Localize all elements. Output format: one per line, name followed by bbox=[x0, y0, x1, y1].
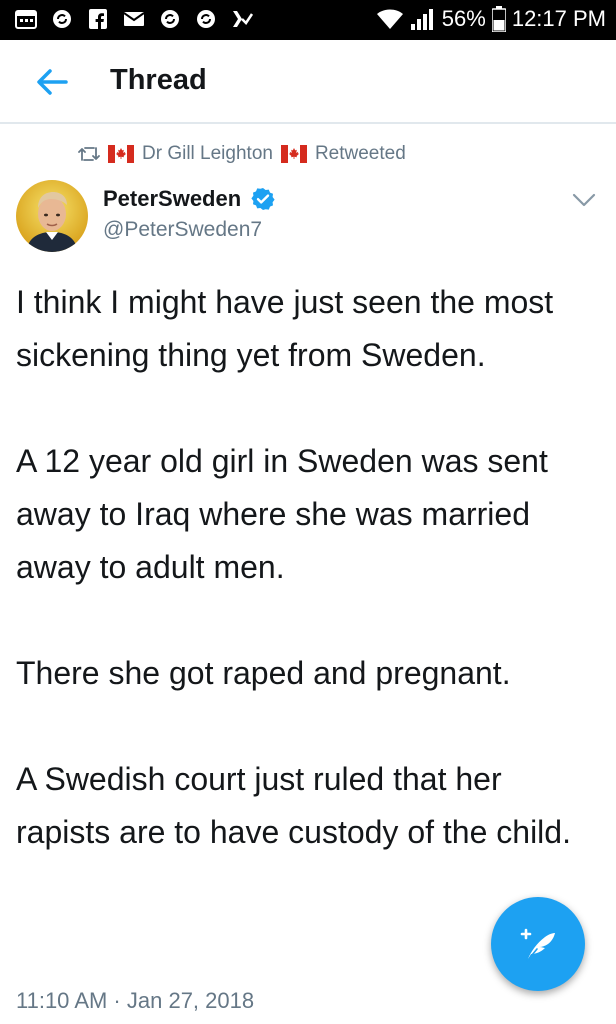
calendar-icon bbox=[15, 10, 37, 29]
author-handle[interactable]: @PeterSweden7 bbox=[103, 218, 262, 242]
compose-feather-icon bbox=[520, 928, 555, 962]
tweet-paragraph: A 12 year old girl in Sweden was sent aw… bbox=[16, 443, 548, 585]
sync-icon bbox=[197, 10, 215, 28]
status-bar-notifications bbox=[14, 8, 254, 30]
signal-icon bbox=[410, 9, 433, 30]
canada-flag-icon bbox=[280, 145, 307, 163]
clock: 12:17 PM bbox=[511, 6, 606, 31]
canada-flag-icon bbox=[108, 145, 134, 163]
wifi-icon bbox=[376, 9, 403, 29]
retweet-icon bbox=[78, 147, 100, 161]
sync-icon bbox=[53, 10, 71, 28]
retweet-action: Retweeted bbox=[314, 143, 406, 164]
tweet-paragraph: A Swedish court just ruled that her rapi… bbox=[16, 761, 571, 850]
tweet-paragraph: There she got raped and pregnant. bbox=[16, 655, 511, 691]
status-bar: 56% 12:17 PM bbox=[0, 0, 616, 40]
battery-percent: 56% bbox=[441, 6, 486, 31]
back-button[interactable] bbox=[30, 62, 74, 102]
retweet-context[interactable]: Dr Gill Leighton Retweeted bbox=[78, 143, 406, 165]
sync-icon bbox=[161, 10, 179, 28]
verified-badge-icon bbox=[251, 188, 275, 210]
checkmark-icon bbox=[233, 11, 254, 27]
back-arrow-icon bbox=[37, 69, 68, 95]
facebook-icon bbox=[89, 9, 107, 29]
retweeter-name: Dr Gill Leighton bbox=[142, 143, 273, 164]
battery-icon bbox=[491, 6, 506, 32]
page-title: Thread bbox=[110, 64, 207, 96]
avatar-image bbox=[16, 180, 88, 252]
chevron-down-icon[interactable] bbox=[570, 190, 598, 210]
app-header: Thread bbox=[0, 40, 616, 124]
mail-icon bbox=[123, 12, 145, 26]
tweet-timestamp[interactable]: 11:10 AM · Jan 27, 2018 bbox=[16, 988, 254, 1014]
avatar[interactable] bbox=[16, 180, 88, 252]
tweet-text: I think I might have just seen the most … bbox=[16, 276, 596, 859]
tweet-paragraph: I think I might have just seen the most … bbox=[16, 284, 554, 373]
compose-tweet-button[interactable] bbox=[491, 897, 585, 991]
author-name[interactable]: PeterSweden bbox=[103, 186, 241, 212]
status-bar-system: 56% 12:17 PM bbox=[376, 6, 606, 32]
